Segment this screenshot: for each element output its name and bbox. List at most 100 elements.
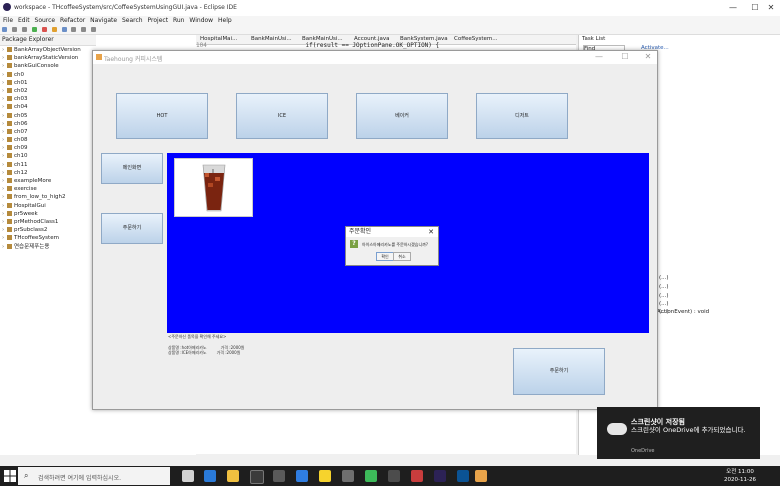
order-status-text: <주문하신 품목을 확인해 주세요> — [168, 334, 227, 339]
windows-start-icon[interactable] — [4, 470, 16, 482]
order-button[interactable]: 주문하기 — [101, 213, 163, 244]
dessert-button[interactable]: 디저트 — [476, 93, 568, 139]
package-item[interactable]: › ch09 — [0, 144, 96, 152]
package-item[interactable]: › ch05 — [0, 112, 96, 120]
app-icon[interactable] — [411, 470, 423, 482]
onedrive-notification[interactable]: 스크린샷이 저장됨 스크린샷이 OneDrive에 추가되었습니다. OneDr… — [597, 407, 760, 459]
project-folder-icon — [7, 186, 12, 192]
kakaotalk-icon[interactable] — [319, 470, 331, 482]
taskbar-clock[interactable]: 오전 11:00 2020-11-26 — [724, 468, 756, 484]
menu-run[interactable]: Run — [173, 16, 185, 25]
eclipse-icon[interactable] — [434, 470, 446, 482]
package-item[interactable]: › ch11 — [0, 161, 96, 169]
outline-method[interactable]: ActionEvent) : void — [657, 309, 709, 315]
package-item[interactable]: › exercise — [0, 185, 96, 193]
cloud-icon — [607, 423, 627, 435]
forward-icon[interactable] — [91, 27, 97, 32]
package-item[interactable]: › from_low_to_high2 — [0, 193, 96, 201]
package-item-label: from_low_to_high2 — [14, 194, 66, 201]
taskbar-search-input[interactable]: ⌕ 검색하려면 여기에 입력하십시오. — [18, 467, 170, 485]
menu-source[interactable]: Source — [35, 16, 56, 25]
menu-search[interactable]: Search — [122, 16, 143, 25]
menu-project[interactable]: Project — [148, 16, 169, 25]
package-item[interactable]: › ch04 — [0, 103, 96, 111]
bakery-button[interactable]: 베이커 — [356, 93, 448, 139]
outline-item[interactable]: (...) — [659, 293, 669, 299]
iced-coffee-image[interactable] — [174, 158, 253, 217]
menu-edit[interactable]: Edit — [18, 16, 30, 25]
print-icon[interactable] — [21, 27, 27, 32]
package-item[interactable]: › exampleMore — [0, 177, 96, 185]
outline-item[interactable]: (...) — [659, 284, 669, 290]
editor-scrollbar[interactable] — [196, 454, 576, 460]
file-explorer-icon[interactable] — [227, 470, 239, 482]
package-item[interactable]: › ch03 — [0, 95, 96, 103]
outline-item[interactable]: (...) — [659, 275, 669, 281]
package-item[interactable]: › ch02 — [0, 87, 96, 95]
close-button[interactable]: ✕ — [760, 2, 780, 14]
menu-window[interactable]: Window — [189, 16, 213, 25]
package-item[interactable]: › BankArrayObjectVersion — [0, 46, 96, 54]
app-minimize-button[interactable]: — — [588, 51, 610, 63]
package-item-label: ch11 — [14, 161, 28, 168]
chrome-icon[interactable] — [365, 470, 377, 482]
package-item[interactable]: › bankArrayStaticVersion — [0, 54, 96, 62]
project-folder-icon — [7, 87, 12, 93]
search-icon[interactable] — [71, 27, 77, 32]
package-item[interactable]: › 연습문제푸는용 — [0, 243, 96, 251]
store-icon[interactable] — [250, 470, 264, 484]
dialog-ok-button[interactable]: 확인 — [376, 252, 394, 261]
outline-item[interactable]: (...) — [659, 301, 669, 307]
edge-icon[interactable] — [204, 470, 216, 482]
dialog-cancel-button[interactable]: 취소 — [393, 252, 411, 261]
app-icon[interactable] — [457, 470, 469, 482]
save-icon[interactable] — [11, 27, 17, 32]
project-folder-icon — [7, 194, 12, 200]
run-icon[interactable] — [31, 27, 37, 32]
package-item[interactable]: › HospitalGui — [0, 202, 96, 210]
menu-navigate[interactable]: Navigate — [90, 16, 117, 25]
package-icon[interactable] — [51, 27, 57, 32]
menu-refactor[interactable]: Refactor — [60, 16, 85, 25]
package-item-label: bankGuiConsole — [14, 63, 59, 70]
new-icon[interactable] — [2, 27, 7, 32]
app-icon[interactable] — [342, 470, 354, 482]
package-item-label: ch07 — [14, 128, 28, 135]
package-item[interactable]: › ch0 — [0, 71, 96, 79]
package-item[interactable]: › prMethodClass1 — [0, 218, 96, 226]
package-item[interactable]: › bankGuiConsole — [0, 62, 96, 70]
package-item[interactable]: › ch07 — [0, 128, 96, 136]
debug-icon[interactable] — [41, 27, 47, 32]
minimize-button[interactable]: — — [722, 2, 744, 14]
class-icon[interactable] — [61, 27, 67, 32]
editor-tab-active[interactable]: CoffeeSystem... — [454, 35, 498, 44]
mail-icon[interactable] — [273, 470, 285, 482]
package-item[interactable]: › ch06 — [0, 120, 96, 128]
checkout-button[interactable]: 주문하기 — [513, 348, 605, 395]
hot-button[interactable]: HOT — [116, 93, 208, 139]
ice-button[interactable]: ICE — [236, 93, 328, 139]
package-item[interactable]: › THcoffeeSystem — [0, 234, 96, 242]
back-icon[interactable] — [81, 27, 87, 32]
app-maximize-button[interactable]: ☐ — [614, 51, 636, 63]
main-screen-button[interactable]: 메인화면 — [101, 153, 163, 184]
menu-file[interactable]: File — [3, 16, 13, 25]
package-item[interactable]: › ch10 — [0, 152, 96, 160]
menu-help[interactable]: Help — [218, 16, 232, 25]
project-folder-icon — [7, 47, 12, 52]
package-item[interactable]: › ch01 — [0, 79, 96, 87]
code-text: if(result == JOptionPane.OK_OPTION) { — [305, 42, 440, 49]
project-folder-icon — [7, 79, 12, 85]
app-icon[interactable] — [296, 470, 308, 482]
package-item[interactable]: › pr5week — [0, 210, 96, 218]
java-app-taskbar-icon[interactable] — [475, 470, 487, 482]
notification-body: 스크린샷이 OneDrive에 추가되었습니다. — [631, 426, 746, 434]
task-view-icon[interactable] — [182, 470, 194, 482]
app-close-button[interactable]: ✕ — [637, 51, 659, 63]
package-item[interactable]: › ch08 — [0, 136, 96, 144]
app-icon[interactable] — [388, 470, 400, 482]
package-item[interactable]: › prSubclass2 — [0, 226, 96, 234]
project-folder-icon — [7, 96, 12, 102]
package-item[interactable]: › ch12 — [0, 169, 96, 177]
dialog-close-icon[interactable]: ✕ — [428, 227, 434, 237]
